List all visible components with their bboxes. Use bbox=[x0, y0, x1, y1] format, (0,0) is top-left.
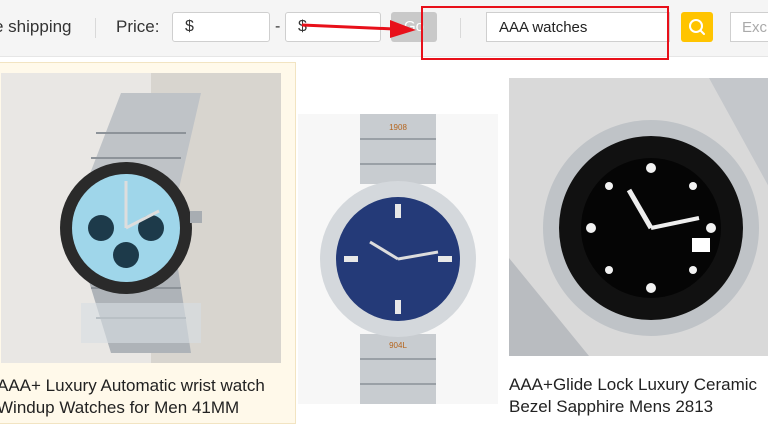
product-image[interactable] bbox=[1, 73, 281, 363]
price-min-input[interactable]: $ bbox=[172, 12, 270, 42]
search-icon bbox=[689, 19, 705, 35]
divider bbox=[460, 18, 461, 38]
product-title-line: Bezel Sapphire Mens 2813 bbox=[509, 397, 714, 416]
price-label: Price: bbox=[116, 17, 160, 36]
free-shipping-filter[interactable]: e shipping bbox=[0, 17, 72, 37]
product-title[interactable]: AAA+ Luxury Automatic wrist watch Windup… bbox=[0, 375, 297, 419]
product-image[interactable]: 1908 904L bbox=[298, 114, 498, 404]
filter-bar: e shipping Price: $ - $ Go AAA watches E… bbox=[0, 0, 768, 57]
divider bbox=[95, 18, 96, 38]
search-input[interactable]: AAA watches bbox=[486, 12, 670, 42]
product-title-line: AAA+ Luxury Automatic wrist watch bbox=[0, 376, 265, 395]
dial-bottom-text: 904L bbox=[389, 341, 407, 350]
product-title-line: Windup Watches for Men 41MM bbox=[0, 398, 240, 417]
price-max-input[interactable]: $ bbox=[285, 12, 381, 42]
product-card[interactable]: AAA+Glide Lock Luxury Ceramic Bezel Sapp… bbox=[502, 62, 768, 424]
blue-dial-watch-icon: 1908 904L bbox=[298, 114, 498, 404]
product-card[interactable]: AAA+ Luxury Automatic wrist watch Windup… bbox=[0, 62, 296, 424]
product-image[interactable] bbox=[509, 78, 768, 356]
search-button[interactable] bbox=[681, 12, 713, 42]
product-title[interactable]: AAA+Glide Lock Luxury Ceramic Bezel Sapp… bbox=[509, 374, 768, 418]
exclude-keyword-input[interactable]: Excl bbox=[730, 12, 768, 42]
dial-top-text: 1908 bbox=[389, 123, 407, 132]
chronograph-watch-icon bbox=[1, 73, 281, 363]
diver-watch-icon bbox=[509, 78, 768, 356]
product-card[interactable]: 1908 904L bbox=[298, 62, 498, 424]
go-button[interactable]: Go bbox=[391, 12, 437, 42]
price-separator: - bbox=[275, 18, 281, 35]
product-title-line: AAA+Glide Lock Luxury Ceramic bbox=[509, 375, 758, 394]
